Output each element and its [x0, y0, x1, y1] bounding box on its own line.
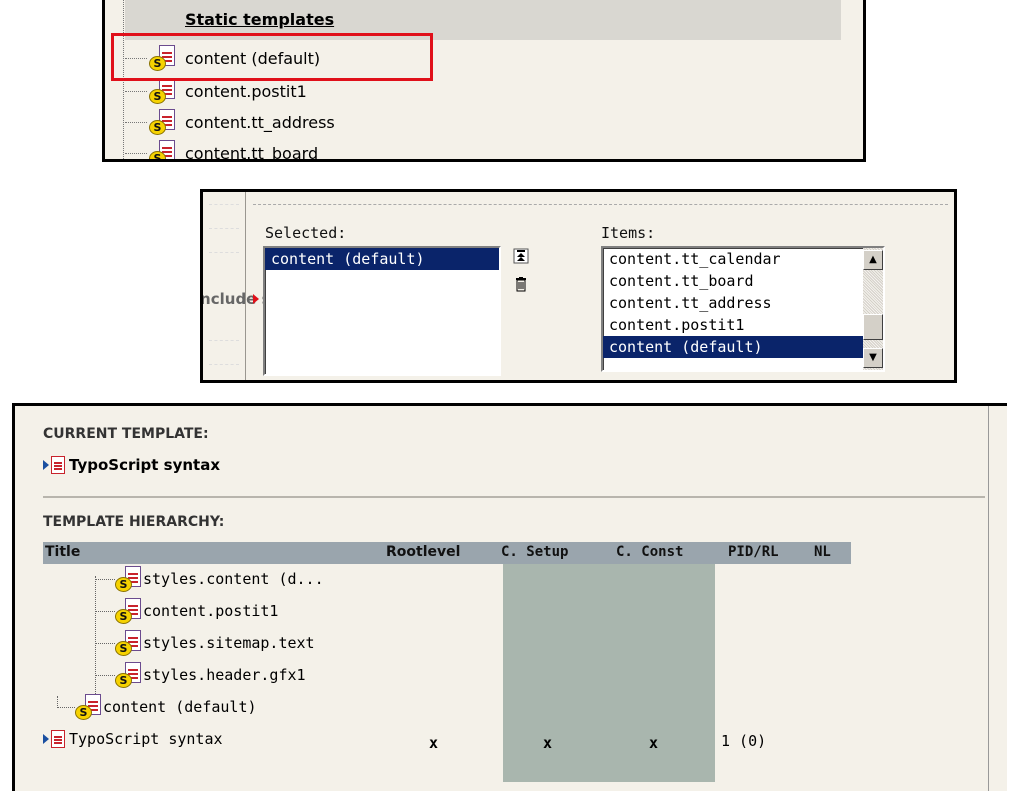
highlight-box [111, 33, 433, 81]
field-divider [245, 192, 246, 380]
available-items-listbox[interactable]: content.tt_calendar content.tt_board con… [601, 246, 885, 372]
static-template-icon: S [115, 598, 143, 624]
template-hierarchy-heading: TEMPLATE HIERARCHY: [43, 514, 225, 530]
static-template-icon: S [149, 78, 177, 104]
move-to-top-icon[interactable] [511, 248, 531, 268]
expand-arrow-icon [43, 734, 49, 744]
current-template-name: TypoScript syntax [69, 456, 220, 474]
static-template-icon: S [75, 694, 103, 720]
trash-icon[interactable] [511, 276, 531, 296]
row-title: TypoScript syntax [69, 730, 223, 748]
listbox-scrollbar[interactable]: ▲ ▼ [863, 248, 883, 370]
static-template-icon: S [115, 630, 143, 656]
rootlevel-mark: x [429, 734, 439, 752]
row-title: styles.sitemap.text [143, 634, 315, 652]
current-template-heading: CURRENT TEMPLATE: [43, 426, 209, 442]
list-item[interactable]: content.tt_calendar [603, 248, 883, 270]
list-item[interactable]: content.postit1 [603, 314, 883, 336]
expand-arrow-icon [43, 460, 49, 470]
tree-item-content-tt-address[interactable]: S content.tt_address [125, 107, 335, 137]
table-row[interactable]: TypoScript syntax [43, 724, 223, 754]
pid-value: 1 (0) [721, 732, 767, 750]
tree-item-label: content.tt_address [185, 112, 335, 132]
col-c-setup: C. Setup [501, 544, 569, 560]
col-pid-rl: PID/RL [728, 544, 779, 560]
tree-item-content-tt-board[interactable]: S content.tt_board [125, 138, 319, 162]
panel-edge [988, 406, 989, 791]
col-c-const: C. Const [616, 544, 684, 560]
highlighted-columns [503, 564, 715, 782]
table-row[interactable]: S content.postit1 [95, 596, 278, 626]
setup-mark: x [543, 734, 553, 752]
col-nl: NL [814, 544, 831, 560]
template-info-panel: CURRENT TEMPLATE: TypoScript syntax TEMP… [12, 403, 1007, 791]
table-row[interactable]: S content (default) [57, 692, 257, 722]
tree-item-label: content.postit1 [185, 81, 307, 101]
col-title: Title [45, 544, 81, 560]
template-doc-icon [51, 730, 65, 748]
table-row[interactable]: S styles.sitemap.text [95, 628, 315, 658]
scroll-thumb[interactable] [863, 314, 883, 340]
current-template-link[interactable]: TypoScript syntax [43, 456, 220, 474]
col-rootlevel: Rootlevel [386, 544, 461, 560]
tree-item-label: content.tt_board [185, 143, 319, 162]
static-templates-heading: Static templates [185, 10, 335, 29]
static-template-icon: S [115, 662, 143, 688]
row-title: content.postit1 [143, 602, 279, 620]
table-row[interactable]: S styles.header.gfx1 [95, 660, 306, 690]
selected-listbox[interactable]: content (default) [263, 246, 501, 376]
row-title: content (default) [103, 698, 257, 716]
static-template-icon: S [149, 140, 177, 159]
list-item[interactable]: content.tt_board [603, 270, 883, 292]
scroll-up-icon[interactable]: ▲ [863, 250, 883, 270]
row-title: styles.header.gfx1 [143, 666, 306, 684]
list-item[interactable]: content.tt_address [603, 292, 883, 314]
items-caption: Items: [601, 224, 656, 242]
static-template-icon: S [149, 109, 177, 135]
static-template-icon: S [115, 566, 143, 592]
include-static-panel: Include static: Selected: content (defau… [200, 189, 957, 383]
hierarchy-table-header: Title Rootlevel C. Setup C. Const PID/RL… [43, 542, 851, 564]
scroll-down-icon[interactable]: ▼ [863, 348, 883, 368]
table-row[interactable]: S styles.content (d... [95, 564, 324, 594]
static-templates-panel: Static templates S content (default) S c… [102, 0, 866, 162]
divider [43, 496, 985, 498]
selected-caption: Selected: [265, 224, 347, 242]
selected-option[interactable]: content (default) [265, 248, 499, 270]
template-doc-icon [51, 456, 65, 474]
row-title: styles.content (d... [143, 570, 324, 588]
list-item-selected[interactable]: content (default) [603, 336, 883, 358]
required-arrow-icon [253, 294, 259, 304]
const-mark: x [649, 734, 659, 752]
